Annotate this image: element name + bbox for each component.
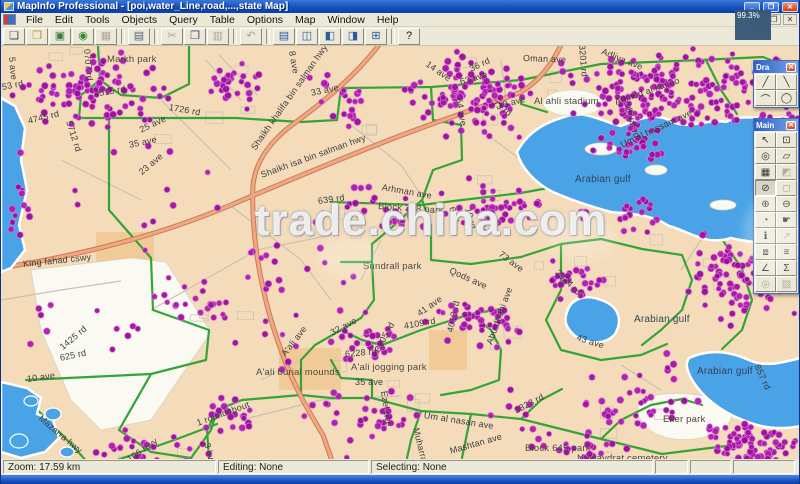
statistics-tool-button[interactable]: Σ	[776, 260, 797, 276]
map-window[interactable]: 5 ave0707 rd8 aveMarkh park53 rd4515 rd1…	[1, 46, 800, 459]
status-editing: Editing: None	[218, 460, 369, 474]
drawing-toolbar-panel: Dra ✕ ╱╲⌒◯	[753, 60, 799, 108]
new-mapper-button[interactable]: ◫	[296, 28, 318, 45]
menu-item-help[interactable]: Help	[371, 13, 405, 27]
arc-tool-tool-button[interactable]: ⌒	[755, 90, 776, 106]
new-layout-button[interactable]: ◨	[342, 28, 364, 45]
marquee-select-tool-button[interactable]: ⊡	[776, 132, 797, 148]
change-view-tool-button[interactable]: ◔	[755, 212, 776, 228]
standard-toolbar: ❏❒▣◉▦▤✂❐▥↶▤◫◧◨⊞?	[1, 27, 800, 46]
undo-button: ↶	[240, 28, 262, 45]
pan-tool-button[interactable]: ☛	[776, 212, 797, 228]
toolbar-separator	[121, 29, 125, 44]
ellipse-tool-tool-button[interactable]: ◯	[776, 90, 797, 106]
toolbar-separator	[391, 29, 395, 44]
status-zoom: Zoom: 17.59 km	[3, 460, 216, 474]
menu-item-objects[interactable]: Objects	[116, 13, 164, 27]
menu-item-options[interactable]: Options	[241, 13, 289, 27]
layer-control-tool-button[interactable]: ≡	[776, 244, 797, 260]
status-selecting: Selecting: None	[371, 460, 653, 474]
pond	[60, 447, 74, 457]
land-patch	[429, 330, 467, 370]
menu-item-map[interactable]: Map	[289, 13, 321, 27]
white-area	[645, 165, 667, 175]
ruler-tool-button[interactable]: ∠	[755, 260, 776, 276]
white-area	[710, 200, 736, 210]
drag-map-window-tool-button[interactable]: ⧈	[755, 244, 776, 260]
title-bar[interactable]: MapInfo Professional - [poi,water_Line,r…	[1, 0, 800, 13]
open-workspace-button[interactable]: ▣	[49, 28, 71, 45]
open-table-button[interactable]: ❒	[26, 28, 48, 45]
close-icon[interactable]: ✕	[786, 63, 796, 72]
menu-item-tools[interactable]: Tools	[79, 13, 116, 27]
line-tool-tool-button[interactable]: ╱	[755, 74, 776, 90]
menu-item-table[interactable]: Table	[204, 13, 241, 27]
hotlink-tool-button: ↗	[776, 228, 797, 244]
water-area	[1, 98, 27, 272]
new-redistricter-button[interactable]: ⊞	[365, 28, 387, 45]
map-canvas[interactable]	[1, 46, 800, 459]
taskbar-strip	[1, 475, 800, 484]
info-tool-button[interactable]: ℹ	[755, 228, 776, 244]
toolbar-separator	[154, 29, 158, 44]
menu-item-query[interactable]: Query	[163, 13, 204, 27]
pond	[24, 396, 38, 406]
close-button[interactable]: ✕	[782, 2, 798, 12]
status-cell	[733, 460, 795, 474]
boundary-select-tool-button[interactable]: ▦	[755, 164, 776, 180]
main-panel-titlebar[interactable]: Main ✕	[754, 119, 798, 131]
clip-region-tool-button: ▨	[776, 276, 797, 292]
window-title: MapInfo Professional - [poi,water_Line,r…	[17, 1, 741, 12]
save-table-button: ▦	[95, 28, 117, 45]
cut-button: ✂	[161, 28, 183, 45]
print-button[interactable]: ▤	[128, 28, 150, 45]
menu-item-edit[interactable]: Edit	[49, 13, 79, 27]
water-area	[565, 297, 618, 342]
pond	[45, 408, 61, 420]
status-bar: Zoom: 17.59 kmEditing: NoneSelecting: No…	[1, 459, 800, 475]
progress-overlay: 99.3%	[735, 10, 771, 40]
unselect-all-tool-button[interactable]: ⊘	[755, 180, 776, 196]
help-button[interactable]: ?	[398, 28, 420, 45]
status-cell	[655, 460, 688, 474]
menu-bar: FileEditToolsObjectsQueryTableOptionsMap…	[1, 13, 800, 27]
mdi-close-button[interactable]: ✕	[783, 14, 797, 25]
mapinfo-window: MapInfo Professional - [poi,water_Line,r…	[0, 0, 800, 484]
drawing-panel-titlebar[interactable]: Dra ✕	[754, 61, 798, 73]
new-browser-button[interactable]: ▤	[273, 28, 295, 45]
set-target-district-tool-button: ◎	[755, 276, 776, 292]
graphic-select-tool-button: ◻	[776, 180, 797, 196]
main-toolbar-panel: Main ✕ ↖⊡◎▱▦◩⊘◻⊕⊖◔☛ℹ↗⧈≡∠Σ◎▨	[753, 118, 799, 294]
zoom-in-tool-button[interactable]: ⊕	[755, 196, 776, 212]
toolbar-separator	[233, 29, 237, 44]
radius-select-tool-button[interactable]: ◎	[755, 148, 776, 164]
mdi-system-icon[interactable]	[3, 14, 16, 25]
new-grapher-button[interactable]: ◧	[319, 28, 341, 45]
polygon-select-tool-button[interactable]: ▱	[776, 148, 797, 164]
status-cell	[690, 460, 731, 474]
close-icon[interactable]: ✕	[786, 121, 796, 130]
copy-button[interactable]: ❐	[184, 28, 206, 45]
invert-selection-tool-button: ◩	[776, 164, 797, 180]
toolbar-separator	[266, 29, 270, 44]
app-icon	[4, 2, 14, 11]
paste-button: ▥	[207, 28, 229, 45]
new-table-button[interactable]: ❏	[3, 28, 25, 45]
select-tool-button[interactable]: ↖	[755, 132, 776, 148]
menu-item-file[interactable]: File	[20, 13, 49, 27]
zoom-out-tool-button[interactable]: ⊖	[776, 196, 797, 212]
open-universal-data-button[interactable]: ◉	[72, 28, 94, 45]
polyline-tool-tool-button[interactable]: ╲	[776, 74, 797, 90]
pond	[10, 434, 28, 448]
menu-item-window[interactable]: Window	[321, 13, 370, 27]
